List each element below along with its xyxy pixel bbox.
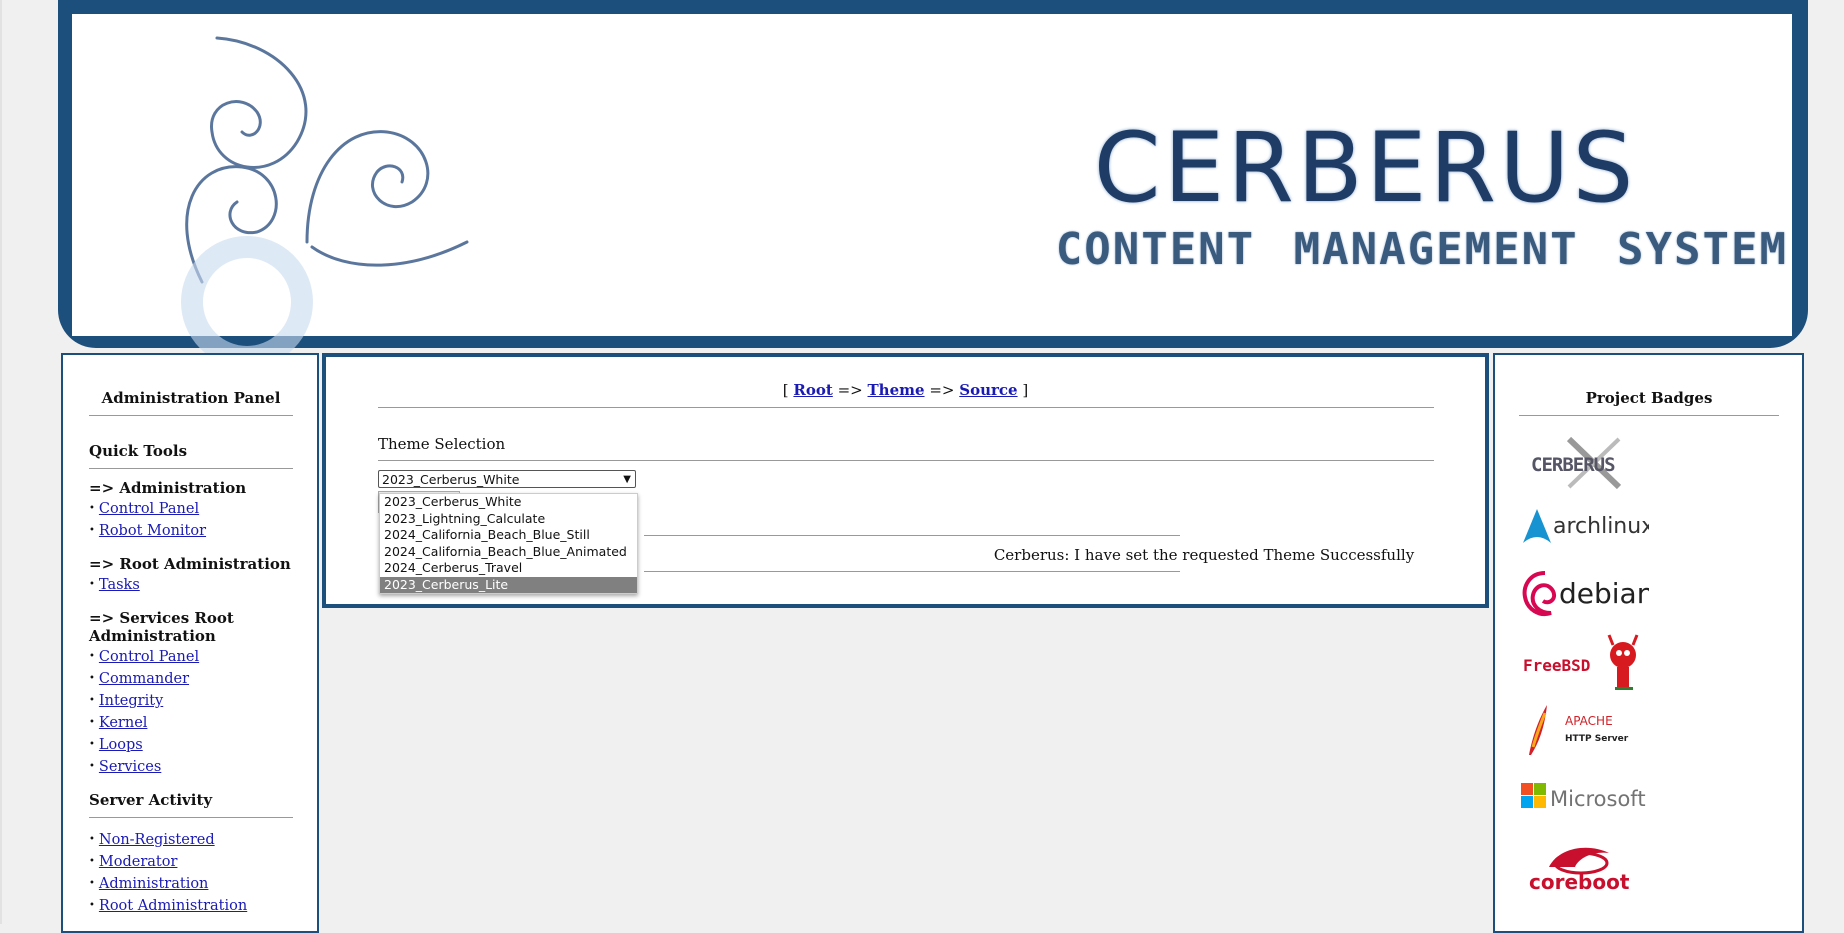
list-item: • Administration: [89, 876, 209, 892]
svg-text:APACHE: APACHE: [1565, 714, 1613, 728]
breadcrumb-root[interactable]: Root: [793, 381, 832, 399]
link-robot-monitor[interactable]: Robot Monitor: [99, 523, 206, 539]
list-item: • Services: [89, 759, 162, 775]
dropdown-option[interactable]: 2024_California_Beach_Blue_Still: [380, 527, 637, 544]
microsoft-badge-icon[interactable]: Microsoft: [1519, 775, 1649, 823]
svg-text:FreeBSD: FreeBSD: [1523, 656, 1590, 675]
divider: [378, 460, 1434, 461]
project-badges-heading: Project Badges: [1519, 389, 1779, 416]
breadcrumb-arrow: =>: [929, 381, 955, 399]
breadcrumb: [ Root => Theme => Source ]: [326, 381, 1485, 399]
banner-subtitle: CONTENT MANAGEMENT SYSTEM: [1055, 224, 1788, 275]
link-tasks[interactable]: Tasks: [99, 577, 140, 593]
apache-badge-icon[interactable]: APACHE HTTP Server: [1519, 703, 1649, 761]
svg-text:HTTP Server: HTTP Server: [1565, 734, 1629, 744]
server-activity-title: Server Activity: [89, 791, 213, 809]
link-control-panel[interactable]: Control Panel: [99, 501, 199, 517]
link-services-control-panel[interactable]: Control Panel: [99, 649, 199, 665]
link-administration[interactable]: Administration: [99, 876, 209, 892]
list-item: • Robot Monitor: [89, 523, 207, 539]
coreboot-badge-icon[interactable]: coreboot: [1519, 837, 1649, 899]
list-item: • Kernel: [89, 715, 148, 731]
divider: [378, 407, 1434, 408]
theme-panel: [ Root => Theme => Source ] Theme Select…: [322, 353, 1489, 608]
list-item: • Commander: [89, 671, 190, 687]
breadcrumb-arrow: =>: [837, 381, 863, 399]
list-item: • Integrity: [89, 693, 164, 709]
divider: [644, 571, 1180, 572]
list-item: • Control Panel: [89, 649, 200, 665]
link-commander[interactable]: Commander: [99, 671, 189, 687]
list-item: • Control Panel: [89, 501, 200, 517]
theme-select[interactable]: 2023_Cerberus_White ▼: [378, 470, 636, 488]
dropdown-option[interactable]: 2023_Cerberus_White: [380, 494, 637, 511]
link-loops[interactable]: Loops: [99, 737, 143, 753]
link-services[interactable]: Services: [99, 759, 161, 775]
theme-selection-label: Theme Selection: [378, 435, 506, 453]
svg-text:coreboot: coreboot: [1529, 870, 1630, 894]
list-item: • Loops: [89, 737, 143, 753]
swirl-logo-icon: [181, 36, 469, 362]
breadcrumb-source[interactable]: Source: [959, 381, 1017, 399]
quick-tools-title: Quick Tools: [89, 442, 188, 460]
administration-panel: Administration Panel Quick Tools => Admi…: [61, 353, 319, 933]
group-label-administration: => Administration: [89, 479, 247, 497]
theme-select-value: 2023_Cerberus_White: [382, 472, 520, 487]
link-root-administration[interactable]: Root Administration: [99, 898, 247, 914]
dropdown-option[interactable]: 2023_Lightning_Calculate: [380, 511, 637, 528]
list-item: • Tasks: [89, 577, 140, 593]
cerberus-badge-icon[interactable]: CERBERUS: [1519, 435, 1629, 495]
link-non-registered[interactable]: Non-Registered: [99, 832, 215, 848]
list-item: • Moderator: [89, 854, 178, 870]
freebsd-badge-icon[interactable]: FreeBSD: [1519, 633, 1649, 697]
banner-title: CERBERUS: [1093, 112, 1637, 224]
debian-badge-icon[interactable]: debian: [1519, 565, 1654, 627]
breadcrumb-open-bracket: [: [782, 381, 789, 399]
dropdown-option[interactable]: 2024_Cerberus_Travel: [380, 560, 637, 577]
dropdown-option[interactable]: 2024_California_Beach_Blue_Animated: [380, 544, 637, 561]
breadcrumb-theme[interactable]: Theme: [868, 381, 925, 399]
theme-dropdown-list: 2023_Cerberus_White 2023_Lightning_Calcu…: [379, 493, 638, 594]
link-integrity[interactable]: Integrity: [99, 693, 163, 709]
project-badges-panel: Project Badges CERBERUS archlinux debian: [1493, 353, 1804, 933]
group-label-root-administration: => Root Administration: [89, 555, 291, 573]
svg-text:archlinux: archlinux: [1553, 514, 1649, 539]
svg-text:Microsoft: Microsoft: [1550, 787, 1646, 811]
list-item: • Non-Registered: [89, 832, 215, 848]
dropdown-option-highlighted[interactable]: 2023_Cerberus_Lite: [380, 576, 637, 593]
link-kernel[interactable]: Kernel: [99, 715, 148, 731]
divider: [644, 535, 1180, 536]
link-moderator[interactable]: Moderator: [99, 854, 178, 870]
svg-text:CERBERUS: CERBERUS: [1531, 454, 1615, 476]
group-label-services-root-administration: => Services Root Administration: [89, 609, 234, 645]
breadcrumb-close-bracket: ]: [1022, 381, 1029, 399]
page-edge: [0, 0, 2, 924]
svg-text:debian: debian: [1559, 577, 1649, 610]
archlinux-badge-icon[interactable]: archlinux: [1519, 503, 1654, 551]
chevron-down-icon: ▼: [623, 474, 631, 485]
administration-panel-heading: Administration Panel: [89, 389, 293, 416]
list-item: • Root Administration: [89, 898, 248, 914]
